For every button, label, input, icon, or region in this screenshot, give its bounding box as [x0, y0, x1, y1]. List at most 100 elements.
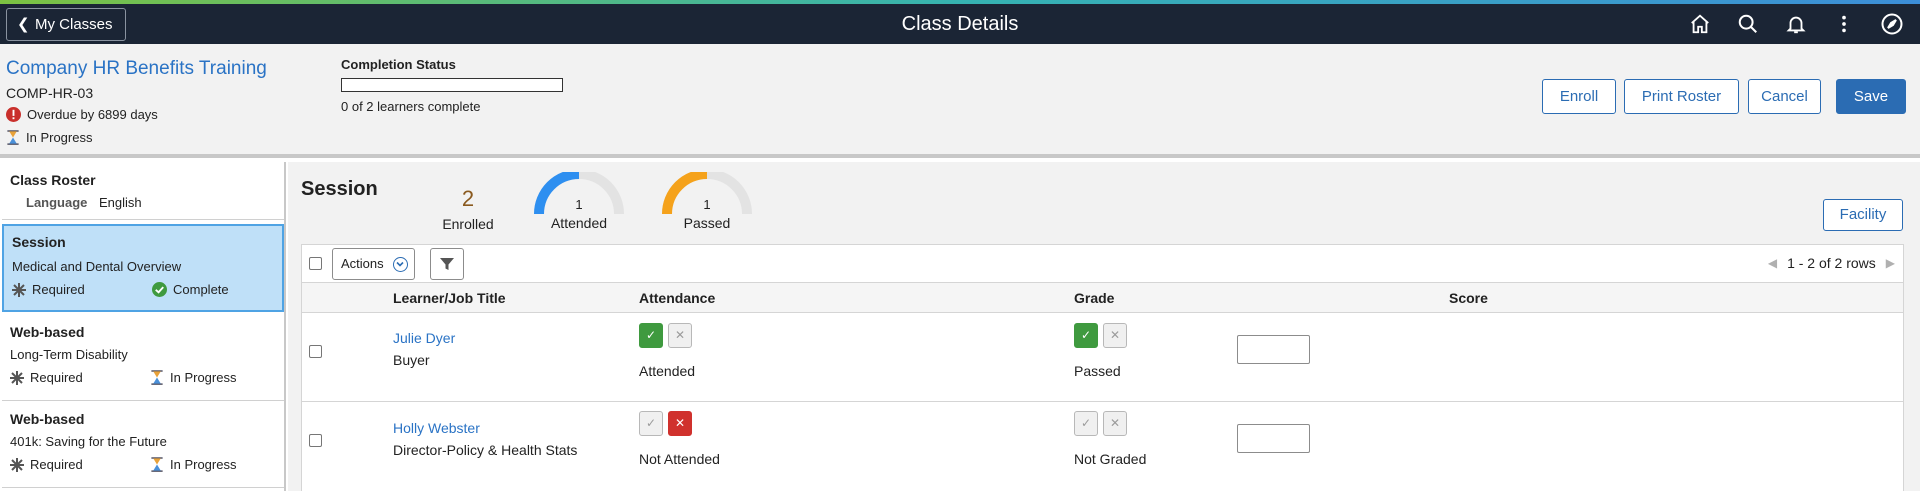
- required-label: Required: [30, 370, 83, 385]
- passed-count: 1: [703, 197, 711, 212]
- chevron-left-icon: ❮: [17, 16, 30, 33]
- attended-yes-button[interactable]: ✓: [639, 411, 663, 436]
- enrolled-label: Enrolled: [442, 216, 494, 232]
- attendance-status: Attended: [639, 363, 696, 379]
- col-grade: Grade: [1074, 290, 1115, 306]
- col-learner: Learner/Job Title: [393, 290, 506, 306]
- actions-dropdown[interactable]: Actions: [332, 248, 415, 280]
- attended-label: Attended: [550, 215, 608, 231]
- activity-title: Session: [12, 234, 66, 250]
- required-label: Required: [30, 457, 83, 472]
- activity-list: Class Roster Language English Session Me…: [0, 162, 286, 491]
- completion-label: Completion Status: [341, 57, 456, 72]
- session-title: Session: [301, 178, 378, 200]
- actions-label: Actions: [341, 256, 384, 271]
- attended-count: 1: [575, 197, 583, 212]
- header-actions: [1676, 8, 1916, 40]
- col-score: Score: [1449, 290, 1488, 306]
- attendance-status: Not Attended: [639, 451, 720, 467]
- cancel-button[interactable]: Cancel: [1748, 79, 1821, 114]
- learner-grid: Actions ◀ 1 - 2 of 2 rows ▶ Learner/Job …: [301, 244, 1904, 491]
- col-attendance: Attendance: [639, 290, 716, 306]
- enroll-button[interactable]: Enroll: [1542, 79, 1616, 114]
- bell-icon[interactable]: [1772, 8, 1820, 40]
- table-row: Holly Webster Director-Policy & Health S…: [302, 402, 1903, 492]
- score-input[interactable]: [1237, 335, 1310, 364]
- hourglass-icon: [151, 370, 163, 385]
- learner-name-link[interactable]: Julie Dyer: [393, 330, 455, 346]
- attended-no-button[interactable]: ✕: [668, 323, 692, 348]
- attended-no-button[interactable]: ✕: [668, 411, 692, 436]
- row-checkbox[interactable]: [309, 345, 322, 358]
- grade-pass-button[interactable]: ✓: [1074, 411, 1098, 436]
- top-header: ❮ My Classes Class Details: [0, 4, 1920, 44]
- activity-item-web-based[interactable]: Web-based 401k: Saving for the Future Re…: [2, 401, 284, 488]
- back-button-label: My Classes: [35, 16, 113, 33]
- filter-button[interactable]: [430, 248, 464, 280]
- grid-header: Learner/Job Title Attendance Grade Score: [302, 283, 1903, 313]
- activity-status: In Progress: [170, 370, 237, 385]
- class-status: In Progress: [6, 130, 92, 145]
- required-label: Required: [32, 282, 85, 297]
- job-title: Director-Policy & Health Stats: [393, 442, 578, 458]
- select-all-checkbox[interactable]: [309, 257, 322, 270]
- alert-icon: [6, 107, 21, 122]
- grade-fail-button[interactable]: ✕: [1103, 323, 1127, 348]
- overdue-status: Overdue by 6899 days: [6, 107, 158, 122]
- facility-button[interactable]: Facility: [1823, 199, 1903, 231]
- score-input[interactable]: [1237, 424, 1310, 453]
- activity-title: Web-based: [10, 411, 85, 427]
- class-roster-item[interactable]: Class Roster Language English: [2, 162, 284, 220]
- activity-title: Web-based: [10, 324, 85, 340]
- activity-item-session[interactable]: Session Medical and Dental Overview Requ…: [2, 224, 284, 312]
- passed-gauge: 1 Passed: [661, 169, 753, 232]
- class-roster-title: Class Roster: [10, 172, 96, 188]
- attended-gauge: 1 Attended: [533, 169, 625, 232]
- grid-toolbar: Actions ◀ 1 - 2 of 2 rows ▶: [302, 245, 1903, 283]
- home-icon[interactable]: [1676, 8, 1724, 40]
- passed-label: Passed: [683, 215, 731, 231]
- print-roster-button[interactable]: Print Roster: [1624, 79, 1739, 114]
- hourglass-icon: [7, 130, 19, 145]
- grade-status: Not Graded: [1074, 451, 1147, 467]
- more-vertical-icon[interactable]: [1820, 8, 1868, 40]
- required-asterisk-icon: [10, 457, 24, 472]
- navbar-compass-icon[interactable]: [1868, 8, 1916, 40]
- learner-name-link[interactable]: Holly Webster: [393, 420, 480, 436]
- course-code: COMP-HR-03: [6, 85, 94, 101]
- row-count: 1 - 2 of 2 rows: [1787, 255, 1876, 271]
- row-checkbox[interactable]: [309, 434, 322, 447]
- grade-status: Passed: [1074, 363, 1121, 379]
- activity-subtitle: Medical and Dental Overview: [12, 259, 182, 274]
- chevron-down-icon: [393, 257, 408, 272]
- activity-subtitle: 401k: Saving for the Future: [10, 434, 167, 449]
- language-label: Language: [26, 195, 88, 210]
- attended-yes-button[interactable]: ✓: [639, 323, 663, 348]
- activity-item-web-based[interactable]: Web-based Long-Term Disability Required …: [2, 314, 284, 401]
- save-button[interactable]: Save: [1836, 79, 1906, 114]
- back-button[interactable]: ❮ My Classes: [6, 8, 126, 41]
- next-page-icon[interactable]: ▶: [1886, 256, 1895, 270]
- page-title: Class Details: [901, 13, 1019, 35]
- activity-status: In Progress: [170, 457, 237, 472]
- class-summary: Company HR Benefits Training COMP-HR-03 …: [0, 44, 1920, 158]
- session-detail: Session 2 Enrolled 1 Attended 1 Passed F…: [288, 162, 1920, 491]
- grade-pass-button[interactable]: ✓: [1074, 323, 1098, 348]
- activity-subtitle: Long-Term Disability: [10, 347, 128, 362]
- completion-text: 0 of 2 learners complete: [341, 99, 481, 114]
- completion-progress-bar: [341, 78, 563, 92]
- language-value: English: [99, 195, 142, 210]
- search-icon[interactable]: [1724, 8, 1772, 40]
- pagination: ◀ 1 - 2 of 2 rows ▶: [1768, 255, 1895, 271]
- grade-fail-button[interactable]: ✕: [1103, 411, 1127, 436]
- previous-page-icon[interactable]: ◀: [1768, 256, 1777, 270]
- hourglass-icon: [151, 457, 163, 472]
- overdue-text: Overdue by 6899 days: [27, 107, 158, 122]
- course-title: Company HR Benefits Training: [6, 58, 267, 79]
- status-text: In Progress: [26, 130, 93, 145]
- required-asterisk-icon: [12, 282, 26, 297]
- job-title: Buyer: [393, 352, 430, 368]
- filter-icon: [440, 258, 454, 270]
- table-row: Julie Dyer Buyer ✓ ✕ Attended ✓ ✕ Passed: [302, 313, 1903, 402]
- activity-status: Complete: [173, 282, 229, 297]
